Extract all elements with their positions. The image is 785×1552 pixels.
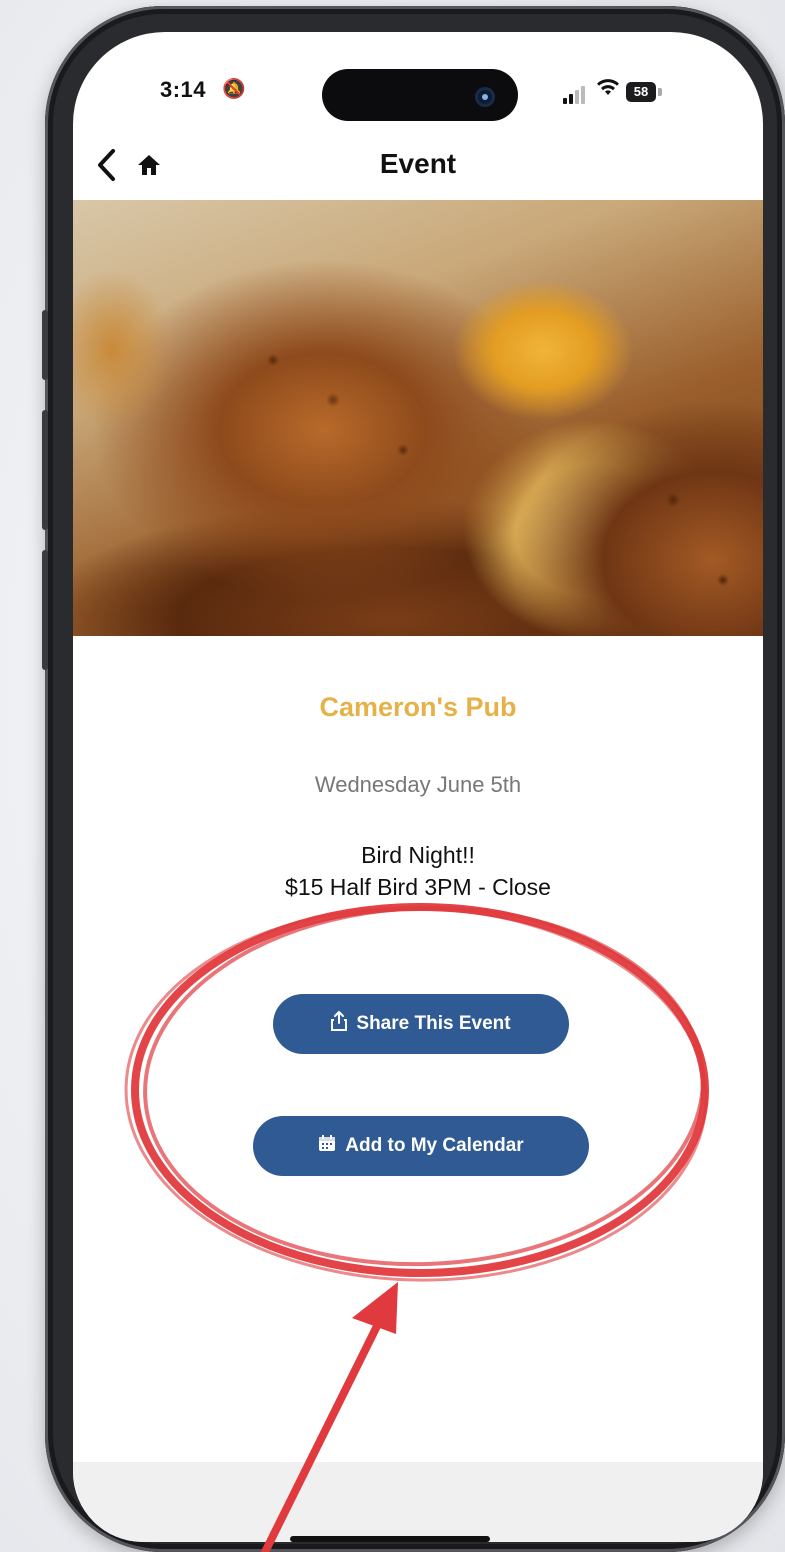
bottom-bar: [73, 1462, 763, 1542]
battery-icon: 58: [626, 82, 656, 102]
add-to-calendar-button[interactable]: Add to My Calendar: [253, 1116, 589, 1176]
status-time: 3:14: [160, 77, 207, 102]
calendar-button-label: Add to My Calendar: [345, 1135, 524, 1156]
signal-icon: [563, 84, 591, 104]
share-event-button[interactable]: Share This Event: [273, 994, 569, 1054]
venue-name: Cameron's Pub: [319, 692, 517, 722]
bell-slash-icon: 🔕: [222, 79, 246, 100]
event-date: Wednesday June 5th: [314, 772, 522, 797]
event-image: [73, 200, 763, 636]
phone-side-button: [42, 310, 48, 380]
event-details: $15 Half Bird 3PM - Close: [285, 874, 551, 900]
phone-side-button: [42, 550, 48, 670]
event-title: Bird Night!!: [361, 842, 475, 868]
wifi-icon: [596, 76, 620, 104]
calendar-icon: [318, 1134, 336, 1158]
battery-tip: [658, 88, 662, 96]
share-button-label: Share This Event: [356, 1013, 511, 1034]
page-title: Event: [379, 148, 457, 179]
phone-screen: 3:14 🔕 58 Event Cameron's Pub Wednesday …: [73, 32, 763, 1542]
share-icon: [331, 1011, 348, 1037]
camera-icon: [475, 87, 495, 107]
phone-side-button: [42, 410, 48, 530]
home-indicator: [290, 1536, 490, 1542]
